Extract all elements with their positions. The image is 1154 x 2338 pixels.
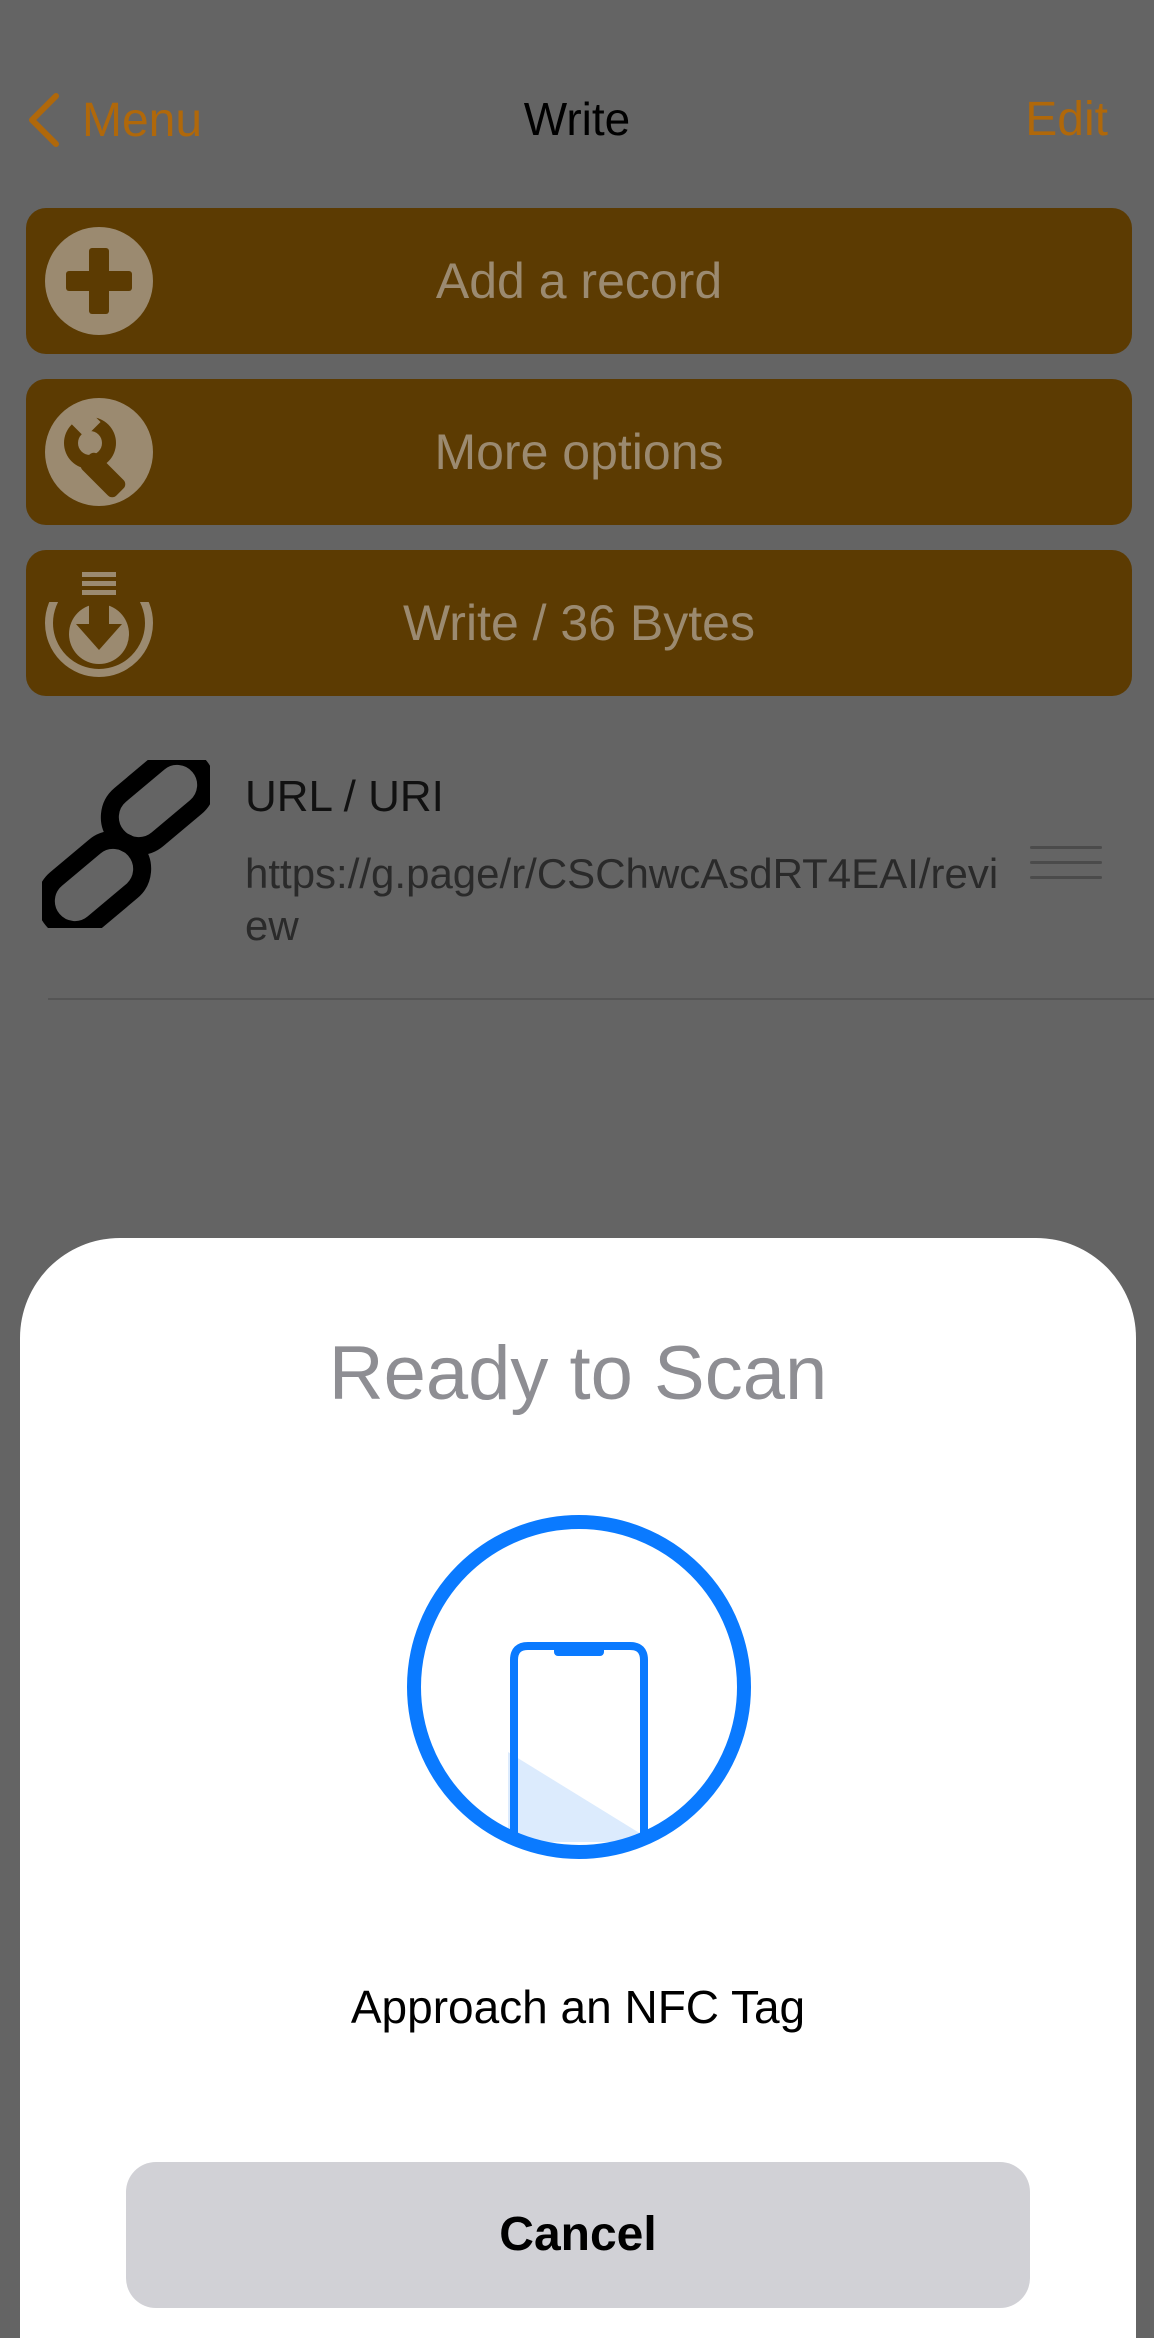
page-title: Write (523, 93, 631, 145)
divider (48, 998, 1154, 1000)
more-options-label: More options (434, 424, 724, 480)
app-screen: Menu Write Edit Add a record More option… (0, 0, 1154, 2338)
list-item[interactable]: URL / URI https://g.page/r/CSChwcAsdRT4E… (0, 740, 1154, 1000)
write-button-label: Write / 36 Bytes (403, 595, 755, 651)
sheet-message: Approach an NFC Tag (350, 1981, 806, 2033)
drag-handle-icon[interactable] (1030, 846, 1102, 886)
add-record-button[interactable]: Add a record (26, 208, 1132, 354)
scan-sheet: Ready to Scan Approach an NFC Tag Cancel (20, 1238, 1136, 2338)
sheet-title: Ready to Scan (328, 1331, 828, 1416)
phone-scan-icon (407, 1515, 751, 1859)
more-options-button[interactable]: More options (26, 379, 1132, 525)
edit-button[interactable]: Edit (1025, 92, 1108, 147)
add-record-label: Add a record (435, 253, 723, 309)
write-button[interactable]: Write / 36 Bytes (26, 550, 1132, 696)
nav-bar: Menu Write Edit (0, 70, 1154, 170)
cancel-button[interactable]: Cancel (126, 2162, 1030, 2308)
link-icon (42, 760, 210, 928)
record-value: https://g.page/r/CSChwcAsdRT4EAI/review (245, 850, 999, 949)
record-type: URL / URI (245, 772, 444, 821)
